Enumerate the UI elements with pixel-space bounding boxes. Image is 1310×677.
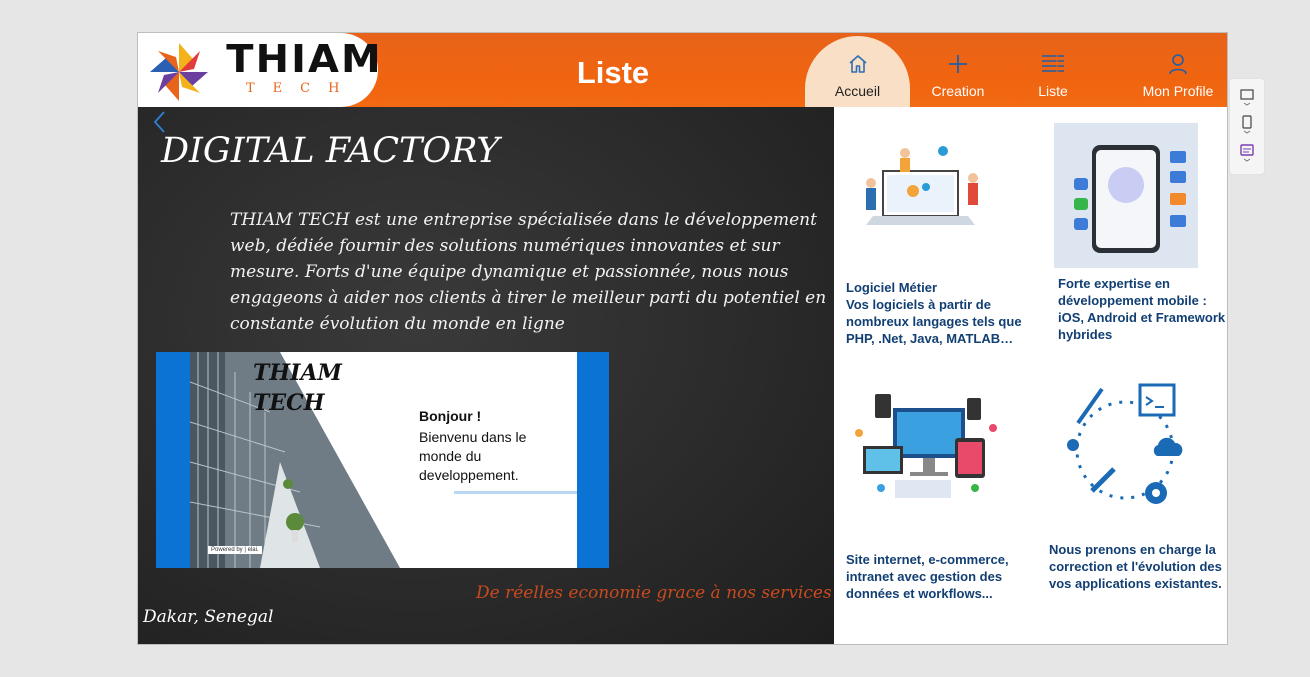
tab-liste-label: Liste (1038, 83, 1068, 99)
hero-location: Dakar, Senegal (143, 607, 274, 627)
home-icon (848, 55, 867, 73)
hero-title: DIGITAL FACTORY (161, 131, 500, 171)
service-card-mobile-text: Forte expertise en développement mobile … (1058, 276, 1226, 342)
service-card-web-text: Site internet, e-commerce, intranet avec… (846, 552, 1009, 601)
tab-creation-label: Creation (931, 83, 985, 99)
mobile-view-icon[interactable] (1239, 115, 1255, 135)
video-logo-line2: TECH (253, 390, 325, 416)
video-message: Bienvenu dans le monde du developpement. (419, 429, 527, 483)
side-toolbar (1229, 78, 1265, 175)
tab-accueil-label: Accueil (834, 83, 881, 99)
tab-mon-profile-label: Mon Profile (1142, 83, 1214, 99)
tab-mon-profile[interactable]: Mon Profile (1123, 33, 1227, 107)
logo-subtext: TECH (246, 81, 358, 96)
maintenance-tools-illustration (1067, 383, 1183, 504)
tab-accueil[interactable]: Accueil (805, 36, 910, 107)
page-title: Liste (576, 55, 650, 90)
tab-creation[interactable]: Creation (913, 33, 1003, 107)
powered-by-badge: Powered by | elai. (208, 546, 262, 554)
desktop-view-icon[interactable] (1239, 87, 1255, 107)
service-card-mobile[interactable]: Forte expertise en développement mobile … (1053, 123, 1227, 353)
service-card-maintenance[interactable]: Nous prenons en charge la correction et … (1043, 383, 1227, 613)
video-logo-line1: THIAM (253, 360, 342, 386)
service-card-logiciel-text: Logiciel Métier Vos logiciels à partir d… (846, 279, 1026, 347)
web-devices-illustration (855, 394, 997, 498)
list-icon (1042, 54, 1064, 72)
software-team-illustration (866, 146, 978, 225)
service-card-logiciel-desc: Vos logiciels à partir de nombreux langa… (846, 297, 1022, 346)
app-form-icon[interactable] (1239, 143, 1255, 163)
app-header: THIAM TECH Liste Accueil Creation Liste (138, 33, 1227, 107)
hero-description: THIAM TECH est une entreprise spécialisé… (230, 210, 827, 334)
service-card-logiciel-title: Logiciel Métier (846, 280, 938, 295)
video-logo: THIAM TECH (253, 358, 342, 418)
video-divider (454, 491, 577, 494)
hero-panel: DIGITAL FACTORY THIAM TECH est une entre… (138, 107, 834, 644)
pinwheel-logo-icon (150, 43, 208, 101)
service-card-maintenance-text: Nous prenons en charge la correction et … (1049, 542, 1222, 591)
brand-logo: THIAM TECH (138, 33, 381, 107)
logo-text: THIAM (226, 37, 383, 81)
video-slide: THIAM TECH Bonjour ! Bienvenu dans le mo… (190, 352, 577, 568)
mobile-phone-illustration (1054, 123, 1198, 268)
app-window: THIAM TECH Liste Accueil Creation Liste (137, 32, 1228, 645)
user-icon (1169, 54, 1187, 75)
video-greeting: Bonjour ! (419, 408, 482, 424)
video-player[interactable]: THIAM TECH Bonjour ! Bienvenu dans le mo… (156, 352, 609, 568)
service-card-web[interactable]: Site internet, e-commerce, intranet avec… (843, 383, 1028, 613)
service-card-logiciel[interactable]: Logiciel Métier Vos logiciels à partir d… (843, 123, 1028, 353)
plus-icon (949, 55, 967, 73)
hero-tagline: De réelles economie grace à nos services (476, 583, 832, 603)
tab-liste[interactable]: Liste (1008, 33, 1098, 107)
